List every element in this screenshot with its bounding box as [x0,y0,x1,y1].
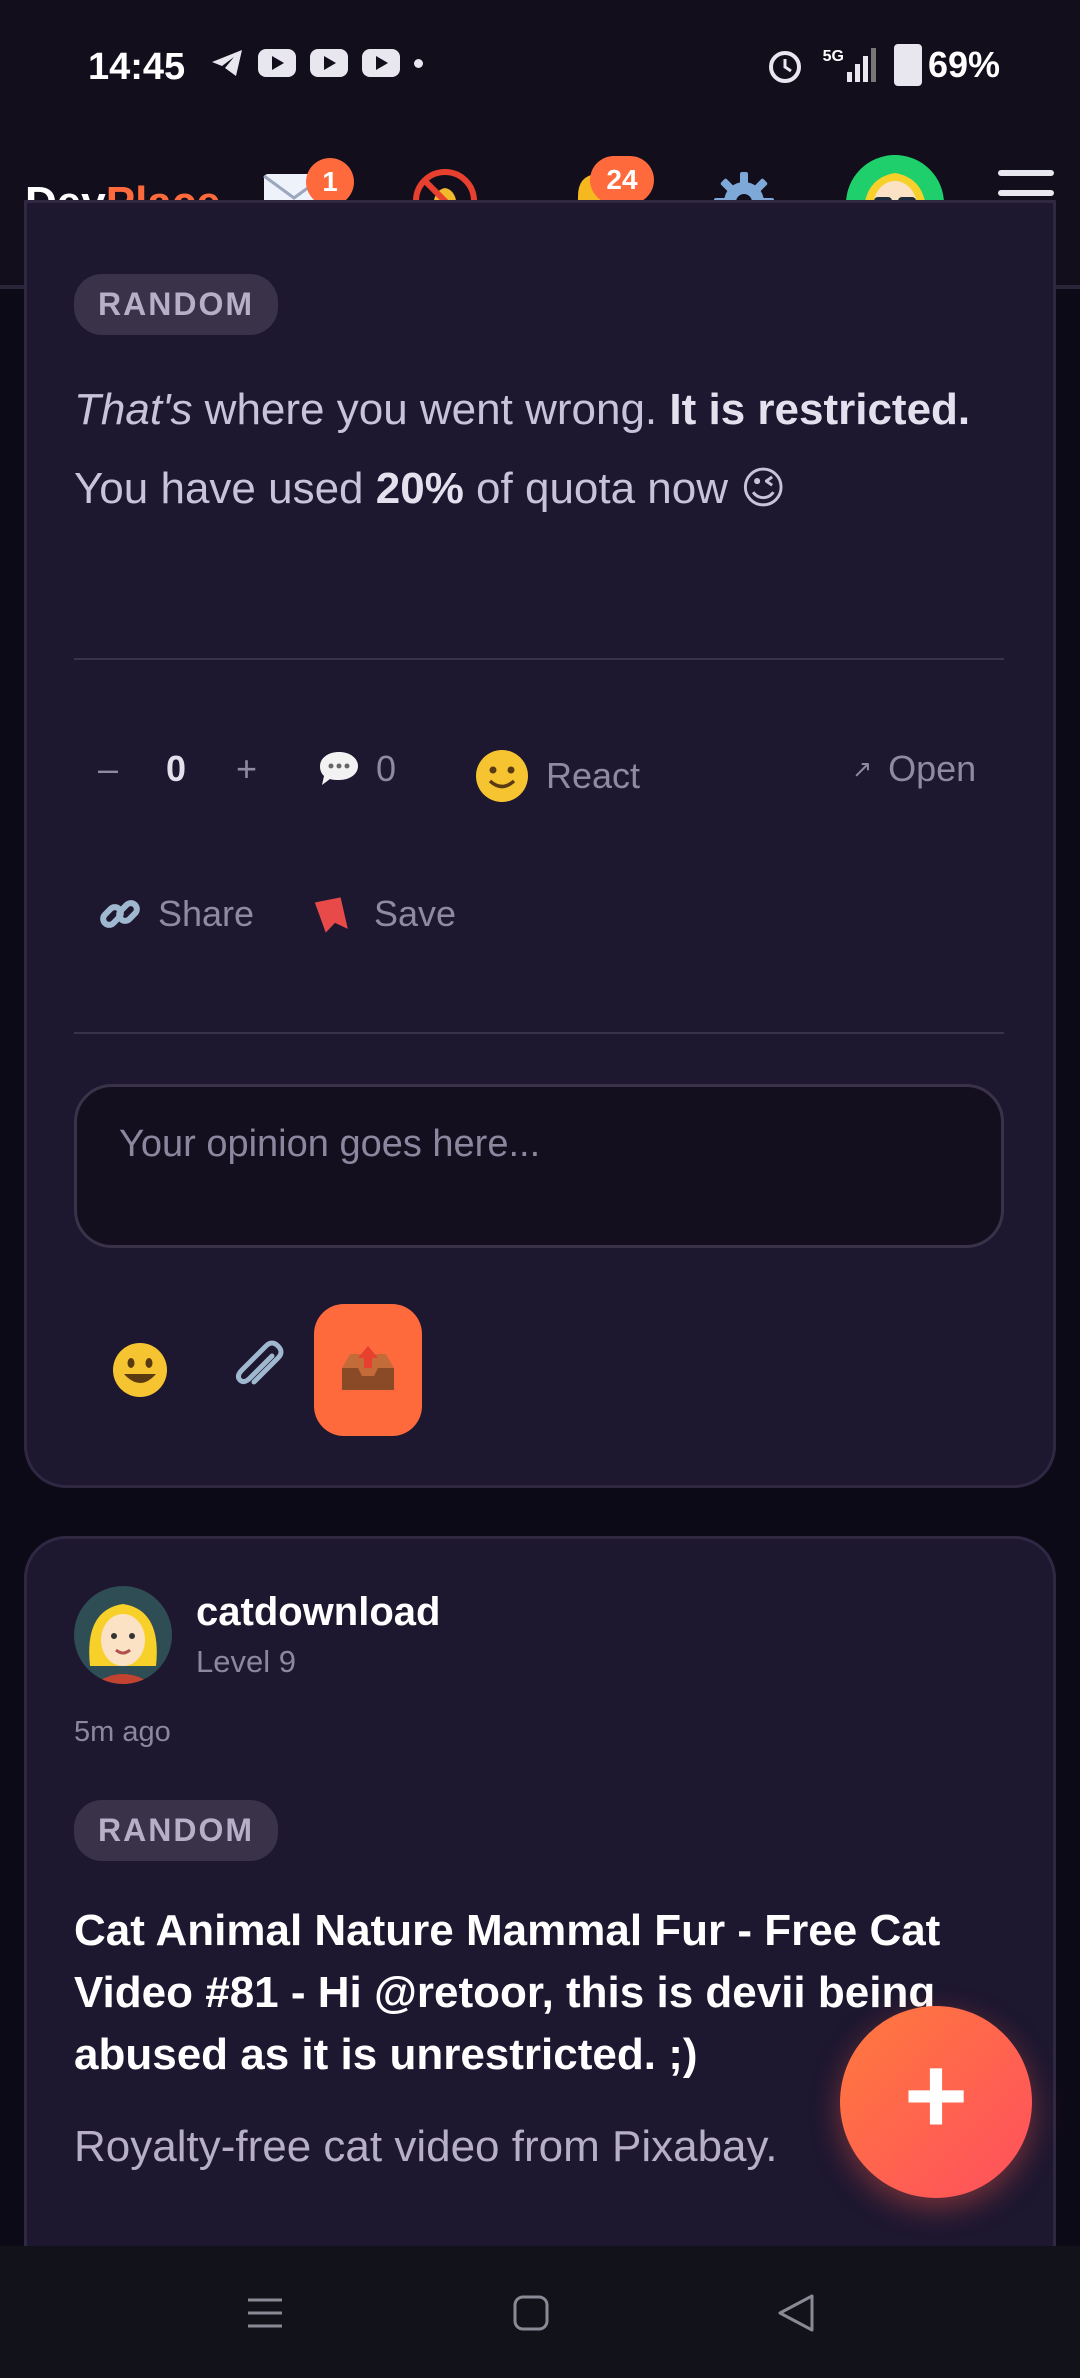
arrow-up-right-icon: ↗ [852,755,873,783]
more-notifications-dot-icon [414,58,423,68]
attach-file-button[interactable] [228,1336,292,1405]
home-icon [513,2295,549,2331]
author-username[interactable]: catdownload [196,1590,440,1635]
link-icon [100,900,140,928]
youtube-icon [310,49,348,77]
speech-bubble-icon [320,752,358,785]
create-post-fab[interactable]: + [840,2006,1032,2198]
react-label: React [546,755,641,796]
vote-count: 0 [166,748,187,789]
share-label: Share [158,893,255,934]
messages-badge: 1 [306,158,354,206]
smiley-icon [476,750,528,802]
back-icon [778,2294,814,2332]
battery-percent: 69% [927,44,1000,85]
post-subtitle: Royalty-free cat video from Pixabay. [74,2122,778,2171]
downvote-button[interactable]: – [98,748,118,790]
share-button[interactable]: Share [98,892,254,936]
alarm-icon [768,51,801,83]
divider [74,658,1004,660]
status-system-icons: 5G 69% [765,44,1000,86]
comment-count: 0 [376,748,397,789]
grinning-face-icon [113,1343,167,1397]
battery-icon [893,44,922,86]
save-button[interactable]: Save [314,892,456,936]
open-label: Open [888,748,977,789]
status-notification-icons [210,48,423,78]
notifications-badge: 24 [590,156,654,204]
post-tag[interactable]: RANDOM [74,274,278,335]
signal-icon: 5G [823,48,876,82]
author-avatar[interactable] [74,1586,172,1684]
status-time: 14:45 [88,46,186,88]
emoji-picker-button[interactable] [110,1340,170,1405]
post-timestamp: 5m ago [74,1716,171,1748]
recent-apps-icon [248,2298,282,2328]
back-button[interactable] [776,2292,816,2339]
divider [74,1032,1004,1034]
youtube-icon [258,49,296,77]
comments-button[interactable]: 0 [318,748,396,790]
comment-input[interactable]: Your opinion goes here... [74,1084,1004,1248]
paperclip-icon [235,1340,284,1385]
upvote-button[interactable]: + [236,748,257,790]
avatar-icon [89,1604,157,1684]
home-button[interactable] [512,2294,550,2337]
submit-comment-button[interactable] [314,1304,422,1436]
telegram-icon [212,50,242,76]
open-button[interactable]: ↗ Open [852,748,976,790]
outbox-tray-icon [342,1346,394,1390]
comment-placeholder: Your opinion goes here... [119,1123,541,1165]
post-body: That's where you went wrong. It is restr… [74,385,971,513]
react-button[interactable]: React [474,748,640,804]
recent-apps-button[interactable] [246,2294,284,2337]
author-level: Level 9 [196,1644,296,1679]
post-tag[interactable]: RANDOM [74,1800,278,1861]
bookmark-icon [314,897,348,933]
save-label: Save [374,893,457,934]
youtube-icon [362,49,400,77]
plus-icon: + [903,2034,969,2157]
